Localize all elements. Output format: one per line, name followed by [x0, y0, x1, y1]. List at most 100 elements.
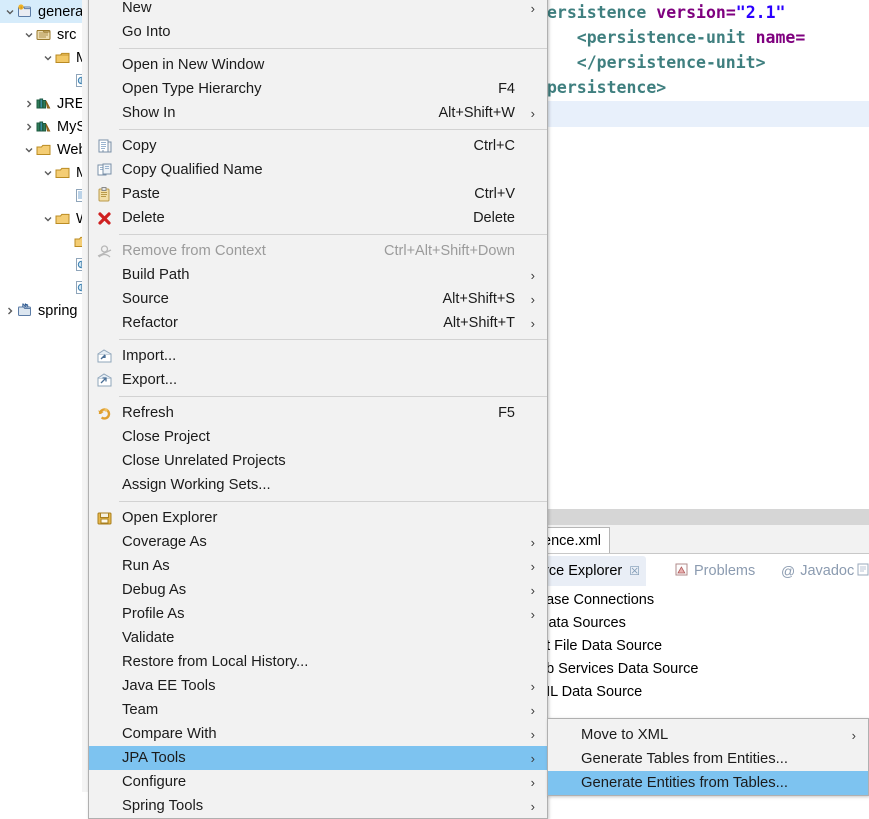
menu-item[interactable]: Copy Qualified Name: [89, 158, 547, 182]
menu-item[interactable]: Refresh F5: [89, 401, 547, 425]
delete-icon: [89, 206, 119, 230]
submenu-arrow-icon: ›: [530, 558, 535, 574]
menu-item[interactable]: Go Into: [89, 20, 547, 44]
close-icon[interactable]: ☒: [629, 564, 640, 578]
data-source-item[interactable]: Data Sources: [536, 611, 626, 634]
menu-item[interactable]: Generate Tables from Entities...: [548, 747, 868, 771]
tree-item[interactable]: ! genera: [0, 0, 88, 23]
menu-item[interactable]: Copy Ctrl+C: [89, 134, 547, 158]
menu-item-label: Open in New Window: [122, 57, 265, 73]
data-source-item[interactable]: base Connections: [536, 588, 654, 611]
project-explorer-tree[interactable]: !generasrcMJJREMySWebMWJJM5spring: [0, 0, 89, 792]
tree-item[interactable]: JRE: [0, 92, 88, 115]
tree-item[interactable]: MyS: [0, 115, 88, 138]
chevron-right-icon[interactable]: [22, 92, 35, 115]
view-tab[interactable]: Problems: [674, 556, 755, 586]
menu-item-accelerator: F5: [498, 405, 515, 421]
menu-separator: [119, 129, 547, 130]
data-source-item[interactable]: eb Services Data Source: [536, 657, 698, 680]
menu-item[interactable]: Build Path ›: [89, 263, 547, 287]
submenu-arrow-icon: ›: [530, 606, 535, 622]
menu-item[interactable]: Debug As ›: [89, 578, 547, 602]
chevron-right-icon[interactable]: [22, 115, 35, 138]
menu-item[interactable]: Coverage As ›: [89, 530, 547, 554]
menu-item[interactable]: Java EE Tools ›: [89, 674, 547, 698]
menu-separator: [119, 234, 547, 235]
menu-item[interactable]: Export...: [89, 368, 547, 392]
tree-item[interactable]: M: [0, 46, 88, 69]
tree-item[interactable]: J: [0, 253, 88, 276]
chevron-down-icon[interactable]: [22, 23, 35, 46]
tree-item[interactable]: Web: [0, 138, 88, 161]
menu-item[interactable]: Run As ›: [89, 554, 547, 578]
menu-item[interactable]: JPA Tools ›: [89, 746, 547, 770]
xml-editor[interactable]: ersistence version="2.1" <persistence-un…: [536, 0, 869, 500]
chevron-down-icon[interactable]: [3, 0, 16, 23]
menu-item[interactable]: Close Project: [89, 425, 547, 449]
menu-item[interactable]: Restore from Local History...: [89, 650, 547, 674]
tree-item[interactable]: [0, 230, 88, 253]
menu-item-label: Move to XML: [581, 727, 669, 743]
chevron-right-icon[interactable]: [3, 299, 16, 322]
menu-item[interactable]: Import...: [89, 344, 547, 368]
menu-item[interactable]: Configure ›: [89, 770, 547, 794]
at-icon: @: [781, 563, 796, 579]
project-context-menu[interactable]: New › Go Into Open in New Window Open Type H…: [88, 0, 548, 819]
tree-item[interactable]: [0, 184, 88, 207]
menu-item[interactable]: Compare With ›: [89, 722, 547, 746]
data-source-item[interactable]: ML Data Source: [536, 680, 642, 703]
tree-item[interactable]: M 5 spring: [0, 299, 88, 322]
package-folder-icon: [54, 49, 72, 67]
menu-item[interactable]: Open Explorer: [89, 506, 547, 530]
menu-item-label: Remove from Context: [122, 243, 266, 259]
menu-item-accelerator: Ctrl+Alt+Shift+Down: [384, 243, 515, 259]
tree-item[interactable]: M: [0, 161, 88, 184]
menu-separator: [119, 501, 547, 502]
view-tab[interactable]: [856, 556, 869, 586]
menu-item-label: Generate Entities from Tables...: [581, 775, 788, 791]
tree-item[interactable]: W: [0, 207, 88, 230]
jpa-tools-submenu[interactable]: Move to XML › Generate Tables from Entitie…: [547, 718, 869, 796]
data-source-item-label: base Connections: [538, 591, 655, 608]
chevron-down-icon[interactable]: [41, 161, 54, 184]
menu-item[interactable]: Open Type Hierarchy F4: [89, 77, 547, 101]
menu-item[interactable]: Show In Alt+Shift+W ›: [89, 101, 547, 125]
submenu-arrow-icon: ›: [851, 727, 856, 743]
view-tab[interactable]: @ Javadoc: [781, 556, 854, 586]
menu-item-label: Coverage As: [122, 534, 207, 550]
menu-item[interactable]: New ›: [89, 0, 547, 20]
menu-item[interactable]: Move to XML ›: [548, 723, 868, 747]
menu-item[interactable]: Spring Tools ›: [89, 794, 547, 818]
menu-item-accelerator: Alt+Shift+S: [442, 291, 515, 307]
chevron-down-icon[interactable]: [41, 46, 54, 69]
tree-item[interactable]: J: [0, 276, 88, 299]
menu-item[interactable]: Generate Entities from Tables...: [548, 771, 868, 795]
tree-item[interactable]: J: [0, 69, 88, 92]
menu-item[interactable]: Source Alt+Shift+S ›: [89, 287, 547, 311]
menu-item[interactable]: Delete Delete: [89, 206, 547, 230]
menu-separator: [119, 396, 547, 397]
view-tab[interactable]: urce Explorer ☒: [536, 556, 646, 586]
editor-source-text[interactable]: ersistence version="2.1" <persistence-un…: [547, 0, 869, 100]
data-source-item[interactable]: at File Data Source: [536, 634, 662, 657]
menu-item[interactable]: Team ›: [89, 698, 547, 722]
menu-item[interactable]: Validate: [89, 626, 547, 650]
menu-item[interactable]: Paste Ctrl+V: [89, 182, 547, 206]
data-source-explorer-tree[interactable]: base Connections Data Sources at File Data…: [536, 588, 869, 738]
menu-item-label: Export...: [122, 372, 178, 388]
submenu-arrow-icon: ›: [530, 774, 535, 790]
menu-item[interactable]: Profile As ›: [89, 602, 547, 626]
tree-item[interactable]: src: [0, 23, 88, 46]
chevron-down-icon[interactable]: [22, 138, 35, 161]
chevron-down-icon[interactable]: [41, 207, 54, 230]
code-token: </persistence-unit>: [547, 53, 766, 72]
view-tab-label: Problems: [694, 563, 756, 579]
menu-item[interactable]: Assign Working Sets...: [89, 473, 547, 497]
menu-item[interactable]: Close Unrelated Projects: [89, 449, 547, 473]
svg-text:!: !: [20, 5, 21, 10]
menu-item[interactable]: Open in New Window: [89, 53, 547, 77]
menu-item[interactable]: Refactor Alt+Shift+T ›: [89, 311, 547, 335]
